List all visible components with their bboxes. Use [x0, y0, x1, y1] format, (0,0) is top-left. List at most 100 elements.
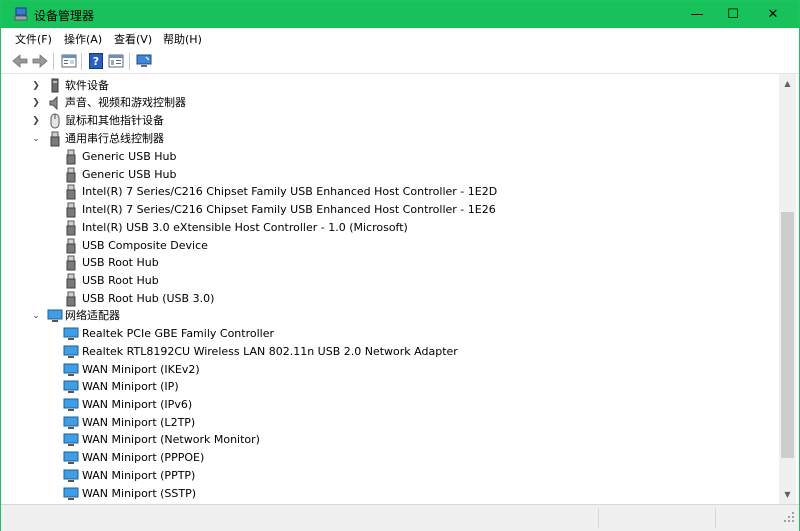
tree-item[interactable]: USB Root Hub (USB 3.0) [1, 290, 701, 308]
tree-item-label: WAN Miniport (SSTP) [82, 487, 197, 500]
chevron-right-icon[interactable]: ❯ [31, 116, 41, 126]
device-manager-window: 设备管理器 — ☐ ✕ 文件(F) 操作(A) 查看(V) 帮助(H) ? ❯ … [0, 0, 800, 531]
tree-item-label: WAN Miniport (IKEv2) [82, 363, 200, 376]
menu-view[interactable]: 查看(V) [114, 31, 152, 47]
chevron-down-icon[interactable]: ⌄ [31, 134, 41, 144]
device-tree[interactable]: ❯ 软件设备 ❯ 声音、视频和游戏控制器 ❯ 鼠标和其他指针设备 ⌄ 通用串行总… [1, 74, 779, 504]
forward-button[interactable] [31, 53, 49, 69]
device-view-button[interactable] [107, 53, 125, 69]
help-button[interactable]: ? [87, 53, 105, 69]
chevron-right-icon[interactable]: ❯ [31, 98, 41, 108]
tree-category-mice[interactable]: ❯ 鼠标和其他指针设备 [1, 112, 301, 130]
tree-item[interactable]: Intel(R) 7 Series/C216 Chipset Family US… [1, 201, 701, 219]
tree-item-label: USB Composite Device [82, 239, 208, 252]
minimize-button[interactable]: — [677, 1, 717, 28]
network-adapter-icon [63, 433, 79, 446]
scroll-down-button[interactable]: ▼ [779, 486, 796, 503]
network-adapter-icon [47, 309, 63, 322]
tree-item-label: WAN Miniport (IP) [82, 380, 179, 393]
tree-item-label: Generic USB Hub [82, 168, 177, 181]
tree-item[interactable]: Generic USB Hub [1, 166, 701, 184]
menu-file[interactable]: 文件(F) [15, 31, 52, 47]
usb-device-icon [66, 202, 76, 218]
menu-help[interactable]: 帮助(H) [163, 31, 202, 47]
toolbar-separator [81, 53, 82, 70]
chevron-right-icon[interactable]: ❯ [31, 81, 41, 91]
status-segment [598, 508, 599, 528]
tree-item-label: Realtek PCIe GBE Family Controller [82, 327, 275, 340]
tree-category-software-devices[interactable]: ❯ 软件设备 [1, 77, 301, 95]
tree-item-label: USB Root Hub (USB 3.0) [82, 292, 215, 305]
properties-icon [61, 54, 77, 68]
properties-button[interactable] [60, 53, 78, 69]
menu-bar: 文件(F) 操作(A) 查看(V) 帮助(H) [1, 28, 799, 49]
tree-category-label: 声音、视频和游戏控制器 [65, 96, 186, 109]
device-manager-icon [14, 7, 28, 21]
tree-item[interactable]: USB Root Hub [1, 254, 701, 272]
tree-item[interactable]: Realtek PCIe GBE Family Controller [1, 325, 701, 343]
status-segment [715, 508, 716, 528]
tree-item[interactable]: WAN Miniport (SSTP) [1, 485, 701, 503]
network-adapter-icon [63, 487, 79, 500]
tree-item[interactable]: Intel(R) USB 3.0 eXtensible Host Control… [1, 219, 701, 237]
status-bar [1, 504, 799, 531]
back-arrow-icon [12, 54, 28, 68]
usb-device-icon [66, 184, 76, 200]
tree-item[interactable]: Intel(R) 7 Series/C216 Chipset Family US… [1, 183, 701, 201]
forward-arrow-icon [32, 54, 48, 68]
scroll-thumb[interactable] [781, 212, 794, 458]
tree-category-label: 软件设备 [65, 79, 109, 92]
chevron-down-icon[interactable]: ⌄ [31, 311, 41, 321]
network-adapter-icon [63, 416, 79, 429]
tree-item[interactable]: Realtek RTL8192CU Wireless LAN 802.11n U… [1, 343, 701, 361]
tree-item[interactable]: WAN Miniport (Network Monitor) [1, 431, 701, 449]
usb-device-icon [66, 273, 76, 289]
toolbar-separator [53, 53, 54, 70]
tree-item-label: Realtek RTL8192CU Wireless LAN 802.11n U… [82, 345, 458, 358]
resize-grip-icon[interactable] [782, 510, 796, 524]
scan-hardware-button[interactable] [135, 53, 153, 69]
tree-category-label: 通用串行总线控制器 [65, 132, 164, 145]
window-title: 设备管理器 [34, 9, 95, 23]
tree-item[interactable]: Generic USB Hub [1, 148, 701, 166]
tree-item[interactable]: WAN Miniport (IPv6) [1, 396, 701, 414]
back-button[interactable] [11, 53, 29, 69]
title-bar[interactable]: 设备管理器 — ☐ ✕ [1, 1, 799, 28]
tree-item[interactable]: WAN Miniport (IKEv2) [1, 361, 701, 379]
software-device-icon [51, 78, 59, 93]
tree-category-label: 网络适配器 [65, 309, 120, 322]
tree-item-label: Intel(R) USB 3.0 eXtensible Host Control… [82, 221, 408, 234]
close-button[interactable]: ✕ [753, 1, 793, 28]
usb-icon [50, 131, 60, 147]
network-adapter-icon [63, 380, 79, 393]
usb-device-icon [66, 220, 76, 236]
toolbar-separator [129, 53, 130, 70]
tree-item-label: WAN Miniport (Network Monitor) [82, 433, 260, 446]
tree-category-network-adapters[interactable]: ⌄ 网络适配器 [1, 307, 301, 325]
speaker-icon [49, 95, 58, 111]
mouse-icon [50, 113, 60, 129]
tree-item[interactable]: WAN Miniport (L2TP) [1, 414, 701, 432]
tree-item[interactable]: WAN Miniport (PPTP) [1, 467, 701, 485]
tree-item[interactable]: WAN Miniport (IP) [1, 378, 701, 396]
tree-item-label: Intel(R) 7 Series/C216 Chipset Family US… [82, 203, 496, 216]
network-adapter-icon [63, 469, 79, 482]
usb-device-icon [66, 291, 76, 307]
tree-category-usb-controllers[interactable]: ⌄ 通用串行总线控制器 [1, 130, 301, 148]
tree-category-sound-video-game[interactable]: ❯ 声音、视频和游戏控制器 [1, 94, 301, 112]
vertical-scrollbar[interactable]: ▲ ▼ [779, 74, 796, 504]
monitor-scan-icon [136, 54, 152, 67]
maximize-button[interactable]: ☐ [713, 1, 753, 28]
tree-item[interactable]: WAN Miniport (PPPOE) [1, 449, 701, 467]
usb-device-icon [66, 167, 76, 183]
tree-item-label: USB Root Hub [82, 274, 159, 287]
usb-device-icon [66, 149, 76, 165]
tree-item-label: Intel(R) 7 Series/C216 Chipset Family US… [82, 185, 498, 198]
tree-item-label: USB Root Hub [82, 256, 159, 269]
tree-item[interactable]: USB Composite Device [1, 237, 701, 255]
tree-item[interactable]: USB Root Hub [1, 272, 701, 290]
tree-item-label: Generic USB Hub [82, 150, 177, 163]
tree-item-label: WAN Miniport (L2TP) [82, 416, 196, 429]
menu-action[interactable]: 操作(A) [64, 31, 102, 47]
scroll-up-button[interactable]: ▲ [779, 75, 796, 92]
